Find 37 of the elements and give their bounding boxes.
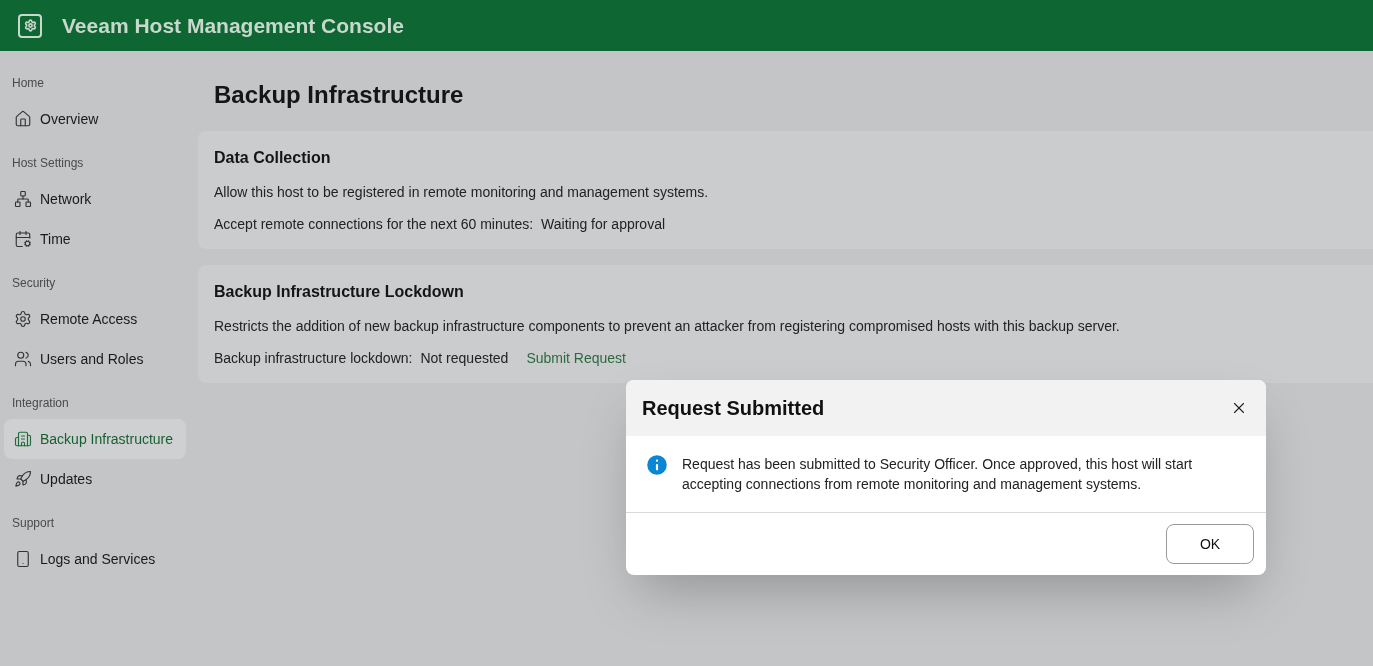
status-label: Accept remote connections for the next 60 minutes: [214, 215, 534, 233]
dialog-message: Request has been submitted to Security Officer. Once approved, this host will start accepting connections from remote monitoring and management systems. [682, 455, 1194, 494]
nav-item[interactable]: Network [4, 179, 186, 219]
buildings-icon [14, 430, 32, 448]
card-description: Restricts the addition of new backup infrastructure components to prevent an attacker from registering compromised hosts with this backup server. [214, 317, 1121, 335]
home-icon [14, 110, 32, 128]
device-icon [14, 550, 32, 568]
nav-item[interactable]: Logs and Services [4, 539, 186, 579]
status-value: Waiting for approval [541, 215, 666, 233]
settings-icon [14, 310, 32, 328]
ok-button[interactable]: OK [1166, 524, 1254, 564]
status-label: Backup infrastructure lockdown: [214, 349, 413, 367]
nav-item[interactable]: Updates [4, 459, 186, 499]
app-title: Veeam Host Management Console [62, 12, 404, 39]
nav-item[interactable]: Remote Access [4, 299, 186, 339]
card-title: Data Collection [214, 148, 332, 168]
nav-item[interactable]: Backup Infrastructure [4, 419, 186, 459]
status-value: Not requested [420, 349, 509, 367]
section-heading: Host Settings [11, 155, 85, 172]
section-heading: Integration [11, 395, 70, 412]
section-heading: Home [11, 75, 45, 92]
page-title: Backup Infrastructure [213, 80, 465, 110]
info-icon [644, 452, 670, 478]
nav-item[interactable]: Time [4, 219, 186, 259]
submit-request-link[interactable]: Submit Request [526, 349, 626, 367]
nav-item[interactable]: Overview [4, 99, 186, 139]
dialog-title: Request Submitted [642, 396, 825, 421]
card-description: Allow this host to be registered in remote monitoring and management systems. [214, 183, 710, 201]
calendar-gear-icon [14, 230, 32, 248]
network-icon [14, 190, 32, 208]
section-heading: Support [11, 515, 56, 532]
rocket-icon [14, 470, 32, 488]
card-title: Backup Infrastructure Lockdown [214, 282, 465, 302]
users-icon [14, 350, 32, 368]
section-heading: Security [11, 275, 57, 292]
app-logo-icon [18, 13, 42, 38]
nav-item[interactable]: Users and Roles [4, 339, 186, 379]
